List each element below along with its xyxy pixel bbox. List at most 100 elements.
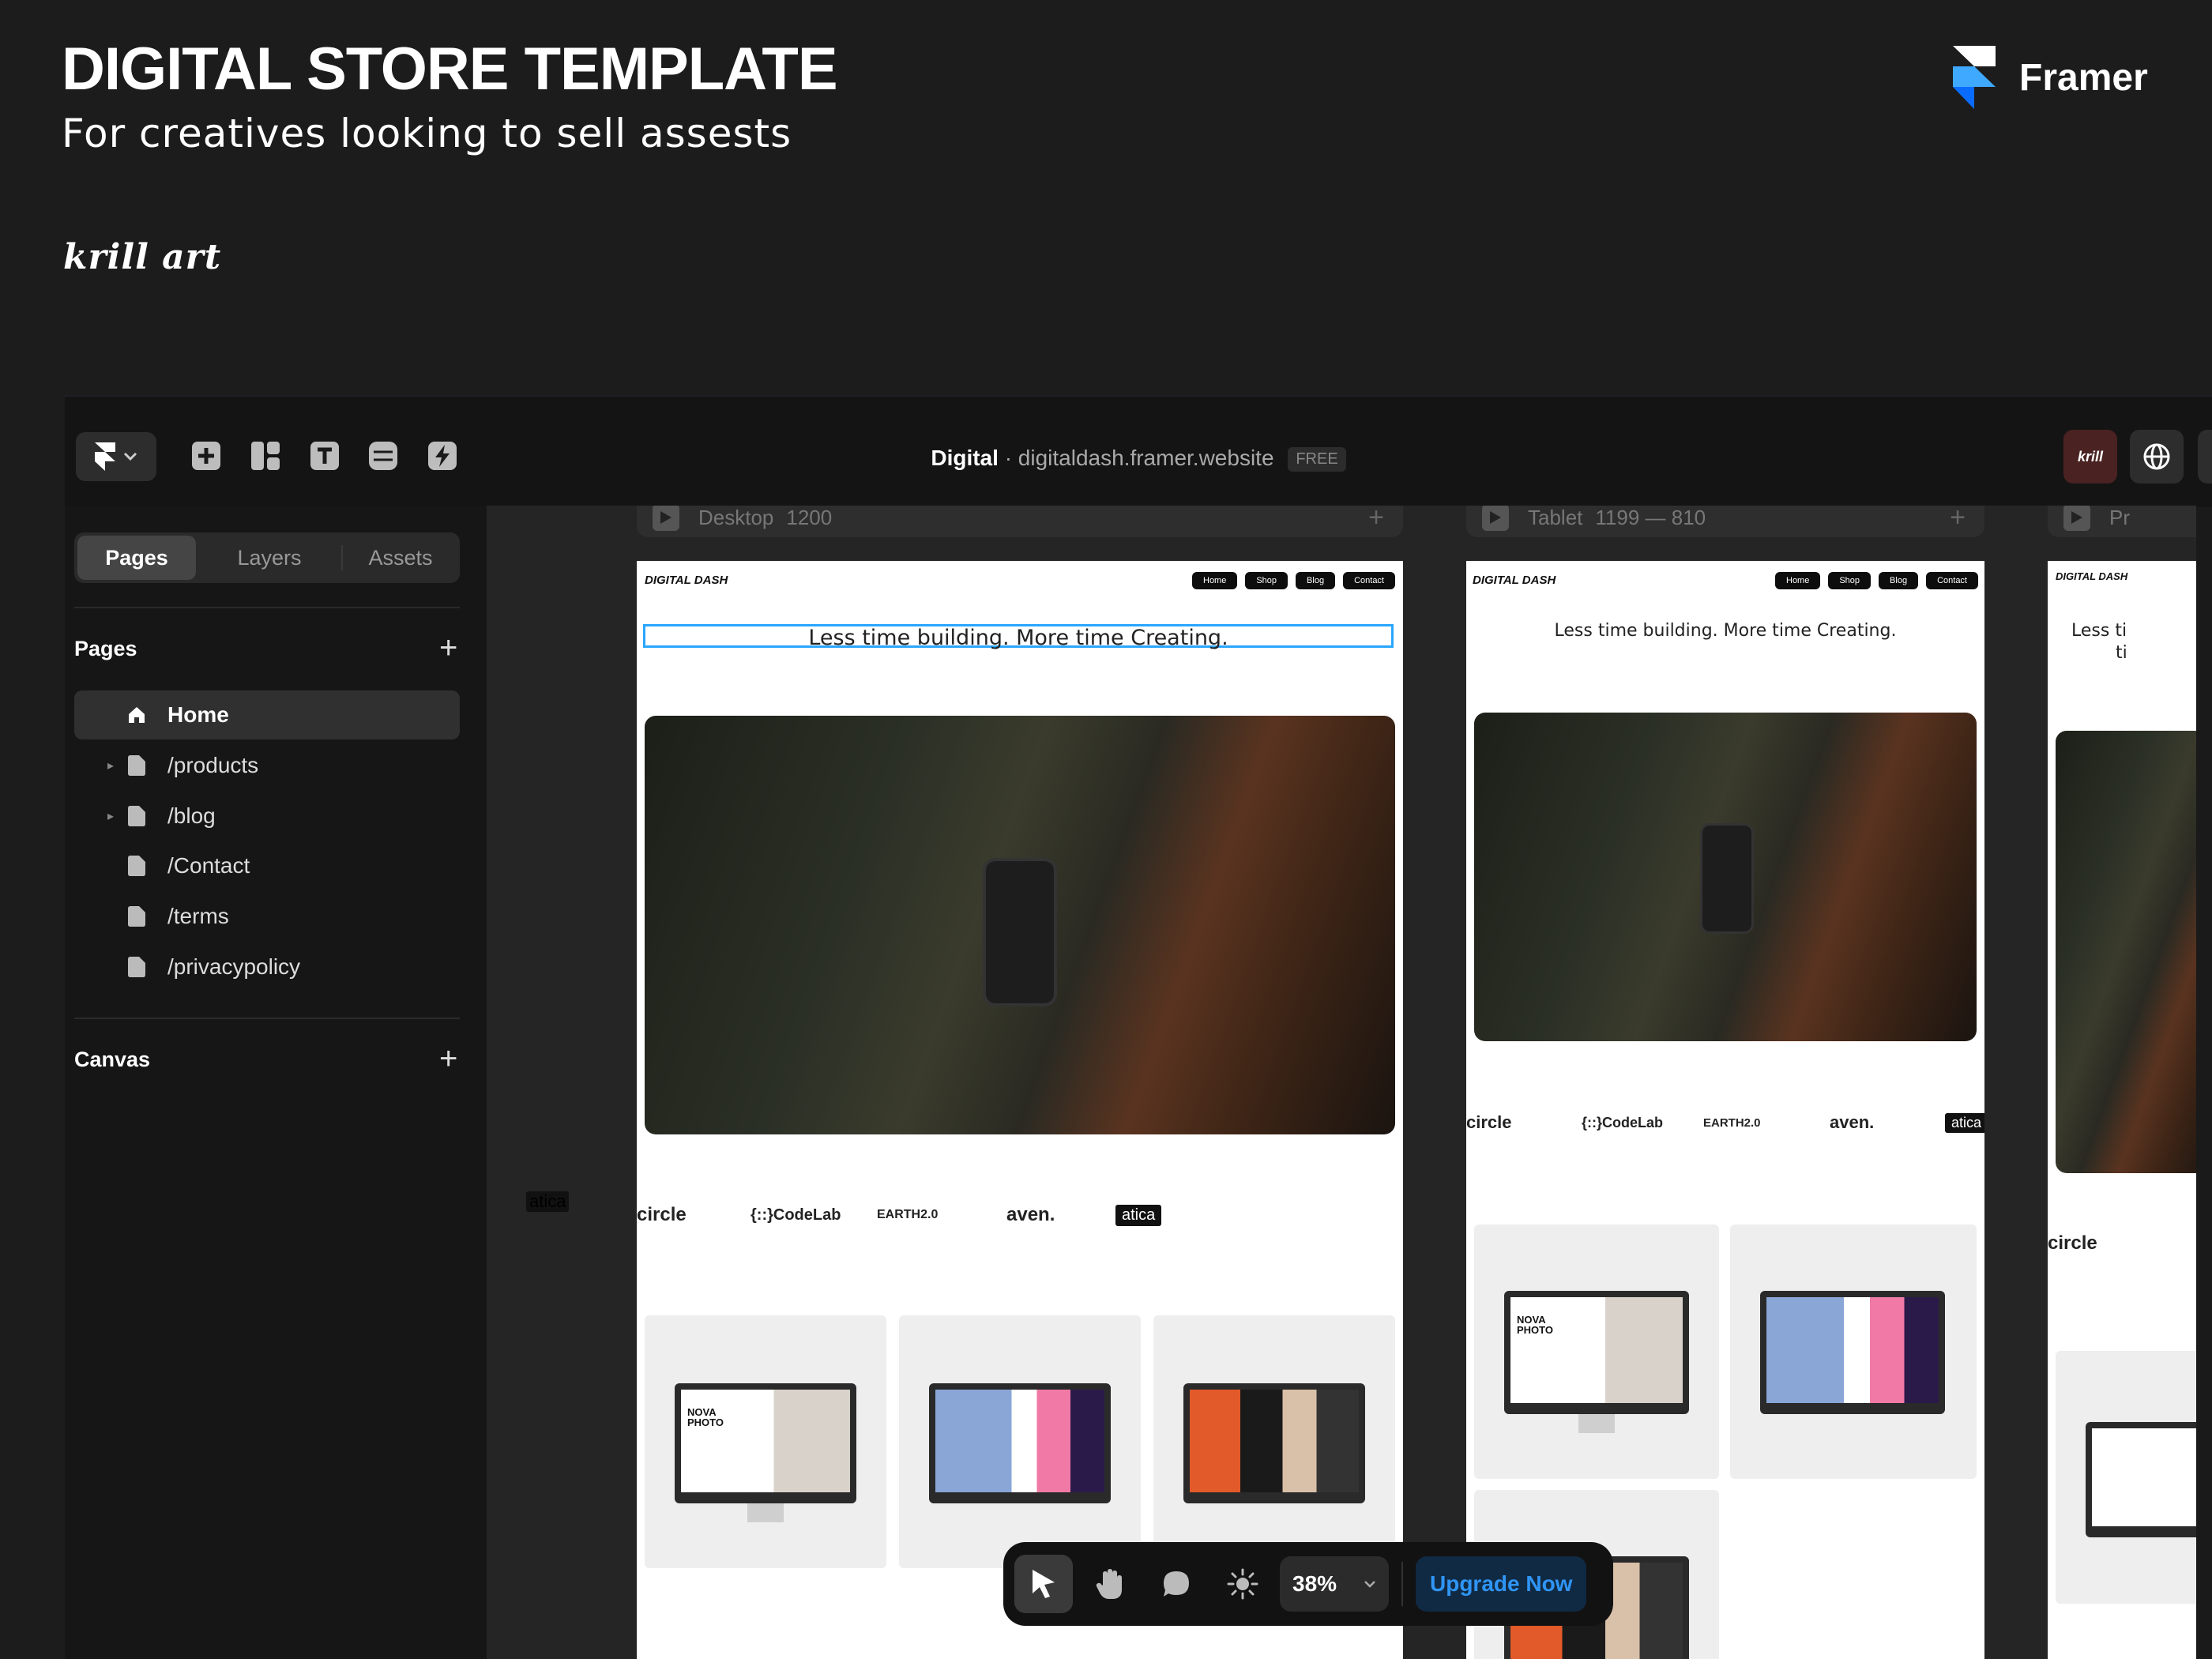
site-brand: DIGITAL DASH (645, 574, 728, 587)
logo-codelab: {::}CodeLab (1582, 1114, 1663, 1130)
page-icon (118, 806, 155, 826)
frame-name: Tablet (1528, 506, 1583, 529)
site-nav-shop[interactable]: Shop (1828, 572, 1872, 589)
frame-size: 1199 — 810 (1595, 506, 1706, 529)
add-breakpoint-button[interactable]: + (1368, 506, 1384, 533)
monitor-mockup (929, 1383, 1111, 1503)
sidebar-item-contact[interactable]: /Contact (74, 841, 460, 890)
sidebar-item-label: /blog (167, 803, 216, 828)
site-nav-home[interactable]: Home (1775, 572, 1821, 589)
stray-label[interactable]: atica (526, 1191, 570, 1212)
logo-atica: atica (1945, 1112, 1984, 1133)
home-icon (118, 705, 155, 724)
site-nav-contact[interactable]: Contact (1926, 572, 1978, 589)
frame-header-phone[interactable]: Pr (2048, 506, 2196, 537)
toolbar-overflow-button[interactable] (2198, 430, 2212, 483)
logo-strip: circle {::}CodeLab EARTH2.0 aven. atica (637, 1201, 1403, 1229)
site-nav-blog[interactable]: Blog (1879, 572, 1919, 589)
sidebar-item-privacypolicy[interactable]: /privacypolicy (74, 942, 460, 991)
logo-earth: EARTH2.0 (877, 1208, 939, 1221)
add-page-button[interactable]: + (439, 632, 457, 664)
frame-tablet[interactable]: DIGITAL DASH Home Shop Blog Contact Less… (1466, 561, 1984, 1659)
title-separator: · (1004, 446, 1013, 470)
hero-text-line-2: ti (2116, 643, 2127, 663)
frame-desktop[interactable]: DIGITAL DASH Home Shop Blog Contact Less… (637, 561, 1403, 1659)
logo-aven: aven. (1006, 1204, 1055, 1225)
comment-icon (1164, 1571, 1189, 1597)
top-toolbar: Digital · digitaldash.framer.website FRE… (65, 395, 2212, 507)
page-icon (118, 957, 155, 977)
hero-image (2056, 731, 2196, 1173)
page-icon (118, 755, 155, 776)
site-nav: Home Shop Blog Contact (1775, 572, 1978, 589)
add-canvas-button[interactable]: + (439, 1043, 457, 1074)
framer-logo-icon (1953, 46, 1996, 109)
frame-name: Desktop (698, 506, 774, 529)
sidebar-item-label: /privacypolicy (167, 954, 301, 979)
site-nav-home[interactable]: Home (1192, 572, 1238, 589)
frame-phone[interactable]: DIGITAL DASH Less ti ti circle (2048, 561, 2196, 1659)
product-card[interactable]: NOVA PHOTO (1474, 1224, 1719, 1479)
avatar[interactable]: krill (2063, 430, 2117, 483)
logo-codelab: {::}CodeLab (750, 1206, 841, 1224)
sidebar-item-products[interactable]: ▸ /products (74, 741, 460, 790)
upgrade-now-button[interactable]: Upgrade Now (1416, 1556, 1587, 1612)
frame-header-tablet[interactable]: Tablet 1199 — 810 + (1466, 506, 1984, 537)
expand-caret-icon[interactable]: ▸ (74, 808, 118, 824)
hero-image (645, 716, 1395, 1134)
design-canvas[interactable]: atica Desktop 1200 + DIGITAL DASH Home S… (487, 506, 2196, 1659)
play-icon[interactable] (653, 506, 679, 531)
hand-tool-button[interactable] (1081, 1555, 1139, 1613)
tab-pages[interactable]: Pages (77, 536, 196, 580)
project-title[interactable]: Digital · digitaldash.framer.website FRE… (65, 446, 2212, 472)
phone-mockup (1700, 823, 1754, 934)
page-icon (118, 906, 155, 927)
canvas-heading: Canvas (74, 1048, 151, 1071)
logo-strip: circle (2048, 1232, 2097, 1255)
chevron-down-icon (1364, 1581, 1375, 1588)
site-brand: DIGITAL DASH (2056, 570, 2128, 582)
product-card[interactable]: NOVA PHOTO (645, 1315, 886, 1568)
logo-circle: circle (637, 1204, 687, 1225)
tab-divider (341, 545, 343, 570)
play-icon[interactable] (1482, 506, 1509, 531)
project-name: Digital (931, 446, 999, 470)
product-card[interactable] (2056, 1351, 2196, 1604)
sidebar-tabs: Pages Layers Assets (74, 532, 460, 583)
select-tool-button[interactable] (1014, 1555, 1073, 1613)
frame-header-desktop[interactable]: Desktop 1200 + (637, 506, 1403, 537)
toolbar-divider (1401, 1562, 1403, 1606)
monitor-mockup (1760, 1291, 1945, 1414)
sidebar-item-terms[interactable]: /terms (74, 892, 460, 941)
site-nav-shop[interactable]: Shop (1245, 572, 1288, 589)
add-breakpoint-button[interactable]: + (1950, 506, 1966, 533)
zoom-select[interactable]: 38% (1280, 1556, 1389, 1612)
product-card[interactable] (1153, 1315, 1395, 1568)
sidebar-item-home[interactable]: Home (74, 690, 460, 739)
play-icon[interactable] (2063, 506, 2090, 531)
product-card[interactable] (899, 1315, 1141, 1568)
site-nav-contact[interactable]: Contact (1343, 572, 1395, 589)
product-card[interactable] (1730, 1224, 1977, 1479)
logo-aven: aven. (1830, 1112, 1875, 1132)
selected-hero-text[interactable]: Less time building. More time Creating. (643, 624, 1394, 650)
sidebar-item-label: /terms (167, 904, 229, 928)
hero-text-line-1: Less ti (2071, 621, 2127, 641)
logo-circle: circle (1466, 1112, 1512, 1132)
hand-icon (1096, 1569, 1122, 1599)
logo-strip: circle {::}CodeLab EARTH2.0 aven. atica (1466, 1109, 1984, 1136)
sidebar-item-blog[interactable]: ▸ /blog (74, 792, 460, 841)
hero-text[interactable]: Less time building. More time Creating. (1466, 621, 1984, 641)
pages-heading: Pages (74, 637, 137, 660)
comment-tool-button[interactable] (1147, 1555, 1206, 1613)
zoom-level: 38% (1292, 1571, 1337, 1596)
monitor-mockup (1183, 1383, 1365, 1503)
publish-site-button[interactable] (2130, 430, 2184, 483)
theme-toggle-button[interactable] (1213, 1555, 1272, 1613)
site-nav-blog[interactable]: Blog (1296, 572, 1336, 589)
expand-caret-icon[interactable]: ▸ (74, 758, 118, 773)
site-nav: Home Shop Blog Contact (1192, 572, 1395, 589)
divider (74, 607, 460, 608)
tab-layers[interactable]: Layers (204, 536, 335, 580)
tab-assets[interactable]: Assets (344, 536, 457, 580)
